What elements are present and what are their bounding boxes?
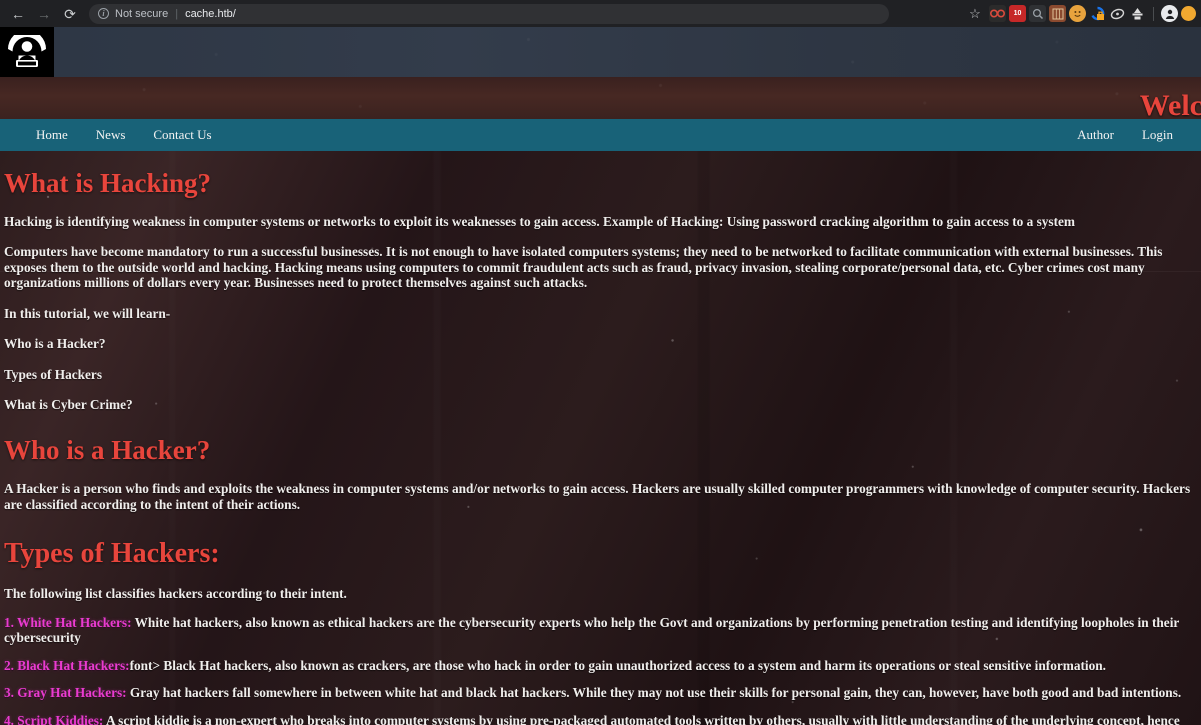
nav-item-home[interactable]: Home bbox=[22, 123, 82, 147]
hero-heading: Welc bbox=[1139, 89, 1201, 119]
omnibox-separator: | bbox=[175, 7, 179, 20]
hero-banner-top bbox=[0, 27, 1201, 77]
hacker-type-description: Gray hat hackers fall somewhere in betwe… bbox=[126, 685, 1182, 701]
heading-who-is-a-hacker: Who is a Hacker? bbox=[4, 435, 211, 466]
hero-banner-brown: Welc bbox=[0, 77, 1201, 119]
profile-avatar[interactable] bbox=[1161, 5, 1178, 22]
glasses-icon bbox=[990, 9, 1005, 18]
hacker-type-script-kiddies: 4. Script Kiddies: A script kiddie is a … bbox=[4, 713, 1197, 725]
extension-icon-7[interactable] bbox=[1109, 5, 1126, 22]
tutorial-intro: In this tutorial, we will learn- bbox=[4, 305, 171, 321]
extension-icon-1[interactable] bbox=[989, 5, 1006, 22]
nav-item-news[interactable]: News bbox=[82, 123, 140, 147]
incognito-hat-icon bbox=[1132, 7, 1143, 19]
tutorial-item-who-is-a-hacker: Who is a Hacker? bbox=[4, 336, 106, 352]
person-icon bbox=[1165, 9, 1174, 19]
nav-item-contact-us[interactable]: Contact Us bbox=[139, 123, 225, 147]
tutorial-item-what-is-cyber-crime: What is Cyber Crime? bbox=[4, 397, 133, 412]
hacker-type-label: 1. White Hat Hackers: bbox=[4, 614, 132, 630]
extension-icon-6[interactable] bbox=[1089, 5, 1106, 22]
forward-icon[interactable]: → bbox=[31, 3, 57, 25]
paragraph-hacker-definition: A Hacker is a person who finds and explo… bbox=[4, 481, 1191, 512]
nav-item-author[interactable]: Author bbox=[1063, 123, 1128, 147]
address-bar[interactable]: i Not secure | cache.htb/ bbox=[89, 3, 889, 24]
tutorial-item-types-of-hackers: Types of Hackers bbox=[4, 366, 102, 382]
smiley-icon bbox=[1074, 11, 1081, 17]
heading-types-of-hackers: Types of Hackers: bbox=[4, 538, 220, 570]
hacker-type-label: 4. Script Kiddies: bbox=[4, 712, 104, 725]
hacker-type-description: White hat hackers, also known as ethical… bbox=[4, 614, 1180, 646]
paragraph-hacking-definition: Hacking is identifying weakness in compu… bbox=[4, 214, 1076, 230]
browser-toolbar: ← → ⟳ i Not secure | cache.htb/ ☆ 10 bbox=[0, 0, 1201, 27]
navbar-right-links: Author Login bbox=[1063, 123, 1201, 147]
toolbar-actions: ☆ 10 bbox=[964, 5, 1201, 22]
sync-lock-icon bbox=[1091, 6, 1105, 21]
extension-icon-8[interactable] bbox=[1129, 5, 1146, 22]
hacker-type-white-hat: 1. White Hat Hackers: White hat hackers,… bbox=[4, 615, 1197, 646]
badge-count: 10 bbox=[1013, 10, 1022, 17]
heading-what-is-hacking: What is Hacking? bbox=[4, 168, 212, 198]
extension-icon-2[interactable]: 10 bbox=[1009, 5, 1026, 22]
paragraph-computers-businesses: Computers have become mandatory to run a… bbox=[4, 244, 1163, 291]
grid-icon bbox=[1052, 8, 1063, 19]
reload-icon[interactable]: ⟳ bbox=[57, 3, 83, 25]
security-status-label: Not secure bbox=[115, 7, 169, 20]
info-icon[interactable]: i bbox=[98, 8, 109, 19]
browser-menu-button[interactable] bbox=[1181, 6, 1196, 21]
magnifier-icon bbox=[1032, 8, 1043, 19]
extension-icon-3[interactable] bbox=[1029, 5, 1046, 22]
hacker-type-description: font> Black Hat hackers, also known as c… bbox=[129, 657, 1106, 673]
site-logo[interactable] bbox=[0, 27, 54, 77]
toolbar-divider bbox=[1153, 6, 1154, 21]
hacker-type-gray-hat: 3. Gray Hat Hackers: Gray hat hackers fa… bbox=[4, 685, 1197, 700]
hacker-type-description: A script kiddie is a non-expert who brea… bbox=[105, 712, 1180, 725]
url-text[interactable]: cache.htb/ bbox=[185, 8, 236, 20]
navigation-buttons: ← → ⟳ bbox=[0, 3, 83, 25]
bookmark-star-icon[interactable]: ☆ bbox=[964, 6, 986, 22]
ring-icon bbox=[1110, 8, 1125, 19]
hacker-type-label: 3. Gray Hat Hackers: bbox=[4, 685, 127, 701]
back-icon[interactable]: ← bbox=[5, 3, 31, 25]
site-navbar: Home News Contact Us Author Login bbox=[0, 119, 1201, 151]
extension-icon-4[interactable] bbox=[1049, 5, 1066, 22]
hacker-type-label: 2. Black Hat Hackers: bbox=[4, 657, 130, 673]
main-content: What is Hacking? Hacking is identifying … bbox=[0, 151, 1201, 725]
hacker-type-black-hat: 2. Black Hat Hackers:font> Black Hat hac… bbox=[4, 658, 1197, 673]
hacker-logo-icon bbox=[8, 35, 46, 67]
nav-item-login[interactable]: Login bbox=[1128, 123, 1187, 147]
web-page: Welc Home News Contact Us Author Login W… bbox=[0, 27, 1201, 725]
paragraph-list-intro: The following list classifies hackers ac… bbox=[4, 585, 347, 601]
navbar-left-links: Home News Contact Us bbox=[0, 123, 226, 147]
extension-icon-5[interactable] bbox=[1069, 5, 1086, 22]
